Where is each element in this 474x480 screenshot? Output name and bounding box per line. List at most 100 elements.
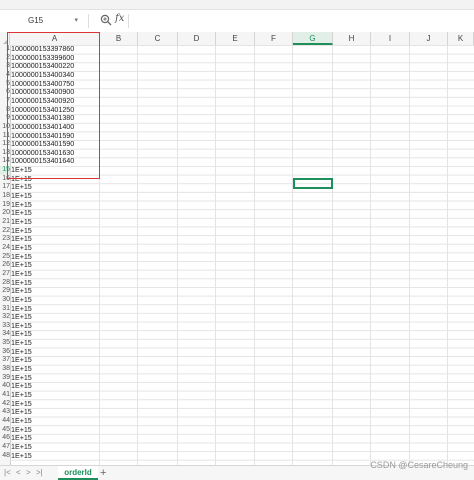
cell-a[interactable]: 1E+15 [11, 227, 99, 236]
column-header-k[interactable]: K [448, 32, 474, 45]
row-header[interactable]: 24 [0, 244, 10, 253]
add-sheet-button[interactable]: + [100, 467, 106, 479]
first-sheet-button[interactable]: |< [4, 468, 11, 478]
cell-a[interactable]: 1E+15 [11, 452, 99, 461]
cell-a[interactable]: 1E+15 [11, 348, 99, 357]
row-header[interactable]: 35 [0, 339, 10, 348]
cell-a[interactable]: 1E+15 [11, 235, 99, 244]
cell-a[interactable]: 1E+15 [11, 434, 99, 443]
column-header-j[interactable]: J [410, 32, 448, 45]
grid-column-line [254, 45, 255, 465]
name-box[interactable]: G15 ▾ [22, 13, 78, 29]
grid-column-line [447, 45, 448, 465]
row-header[interactable]: 20 [0, 209, 10, 218]
cell-a[interactable]: 1E+15 [11, 218, 99, 227]
cell-a[interactable]: 1E+15 [11, 253, 99, 262]
row-header[interactable]: 28 [0, 279, 10, 288]
row-header[interactable]: 22 [0, 227, 10, 236]
grid-column-line [409, 45, 410, 465]
cell-a[interactable]: 1E+15 [11, 339, 99, 348]
column-header-g[interactable]: G [293, 32, 333, 45]
last-sheet-button[interactable]: >| [36, 468, 43, 478]
row-header[interactable]: 19 [0, 201, 10, 210]
row-header[interactable]: 45 [0, 426, 10, 435]
row-header[interactable]: 42 [0, 400, 10, 409]
cell-a[interactable]: 1E+15 [11, 330, 99, 339]
row-header[interactable]: 40 [0, 382, 10, 391]
sheet-tab-orderid[interactable]: orderId [58, 466, 98, 480]
row-header[interactable]: 25 [0, 253, 10, 262]
cell-a[interactable]: 1E+15 [11, 365, 99, 374]
cell-a[interactable]: 1E+15 [11, 391, 99, 400]
cell-a[interactable]: 1E+15 [11, 417, 99, 426]
row-header[interactable]: 43 [0, 408, 10, 417]
row-header[interactable]: 30 [0, 296, 10, 305]
chevron-down-icon[interactable]: ▾ [74, 13, 78, 29]
grid-column-line [177, 45, 178, 465]
row-header[interactable]: 21 [0, 218, 10, 227]
formula-input[interactable] [128, 14, 474, 28]
cell-a[interactable]: 1E+15 [11, 322, 99, 331]
cell-a[interactable]: 1E+15 [11, 408, 99, 417]
cell-a[interactable]: 1E+15 [11, 287, 99, 296]
row-header[interactable]: 34 [0, 330, 10, 339]
row-header[interactable]: 41 [0, 391, 10, 400]
grid-column-line [332, 45, 333, 465]
row-header[interactable]: 33 [0, 322, 10, 331]
row-header[interactable]: 18 [0, 192, 10, 201]
column-header-e[interactable]: E [216, 32, 255, 45]
cell-a[interactable]: 1E+15 [11, 382, 99, 391]
fx-label: fx [115, 13, 125, 24]
grid-column-line [292, 45, 293, 465]
cell-a[interactable]: 1E+15 [11, 192, 99, 201]
cell-a[interactable]: 1E+15 [11, 270, 99, 279]
row-header[interactable]: 31 [0, 305, 10, 314]
grid-column-line [215, 45, 216, 465]
row-header[interactable]: 44 [0, 417, 10, 426]
row-header[interactable]: 37 [0, 356, 10, 365]
cell-a[interactable]: 1E+15 [11, 201, 99, 210]
cell-a[interactable]: 1E+15 [11, 305, 99, 314]
row-header[interactable]: 29 [0, 287, 10, 296]
row-header[interactable]: 32 [0, 313, 10, 322]
prev-sheet-button[interactable]: < [16, 468, 21, 478]
row-header[interactable]: 46 [0, 434, 10, 443]
column-header-b[interactable]: B [100, 32, 138, 45]
cell-a[interactable]: 1E+15 [11, 426, 99, 435]
cell-a[interactable]: 1E+15 [11, 183, 99, 192]
cell-a[interactable]: 1E+15 [11, 313, 99, 322]
watermark: CSDN @CesareCheung [370, 460, 468, 470]
magnifier-plus-icon[interactable] [100, 14, 112, 26]
cell-a[interactable]: 1E+15 [11, 244, 99, 253]
cell-a[interactable]: 1E+15 [11, 374, 99, 383]
row-header[interactable]: 17 [0, 183, 10, 192]
cell-a[interactable]: 1E+15 [11, 296, 99, 305]
row-header[interactable]: 38 [0, 365, 10, 374]
column-header-i[interactable]: I [371, 32, 410, 45]
formula-bar-divider [88, 14, 89, 28]
row-header[interactable]: 39 [0, 374, 10, 383]
row-header[interactable]: 23 [0, 235, 10, 244]
cell-a[interactable]: 1E+15 [11, 443, 99, 452]
column-header-f[interactable]: F [255, 32, 293, 45]
row-header[interactable]: 47 [0, 443, 10, 452]
cell-a[interactable]: 1E+15 [11, 279, 99, 288]
row-header[interactable]: 48 [0, 452, 10, 461]
next-sheet-button[interactable]: > [26, 468, 31, 478]
grid-column-line [137, 45, 138, 465]
name-box-value: G15 [28, 16, 44, 25]
cell-a[interactable]: 1E+15 [11, 400, 99, 409]
cell-a[interactable]: 1E+15 [11, 209, 99, 218]
grid-column-line [370, 45, 371, 465]
active-cell-cursor[interactable] [293, 178, 333, 189]
highlight-annotation-box [7, 32, 100, 179]
column-header-d[interactable]: D [178, 32, 216, 45]
row-header[interactable]: 26 [0, 261, 10, 270]
toolbar-strip [0, 0, 474, 10]
row-header[interactable]: 36 [0, 348, 10, 357]
column-header-c[interactable]: C [138, 32, 178, 45]
column-header-h[interactable]: H [333, 32, 371, 45]
cell-a[interactable]: 1E+15 [11, 261, 99, 270]
cell-a[interactable]: 1E+15 [11, 356, 99, 365]
row-header[interactable]: 27 [0, 270, 10, 279]
